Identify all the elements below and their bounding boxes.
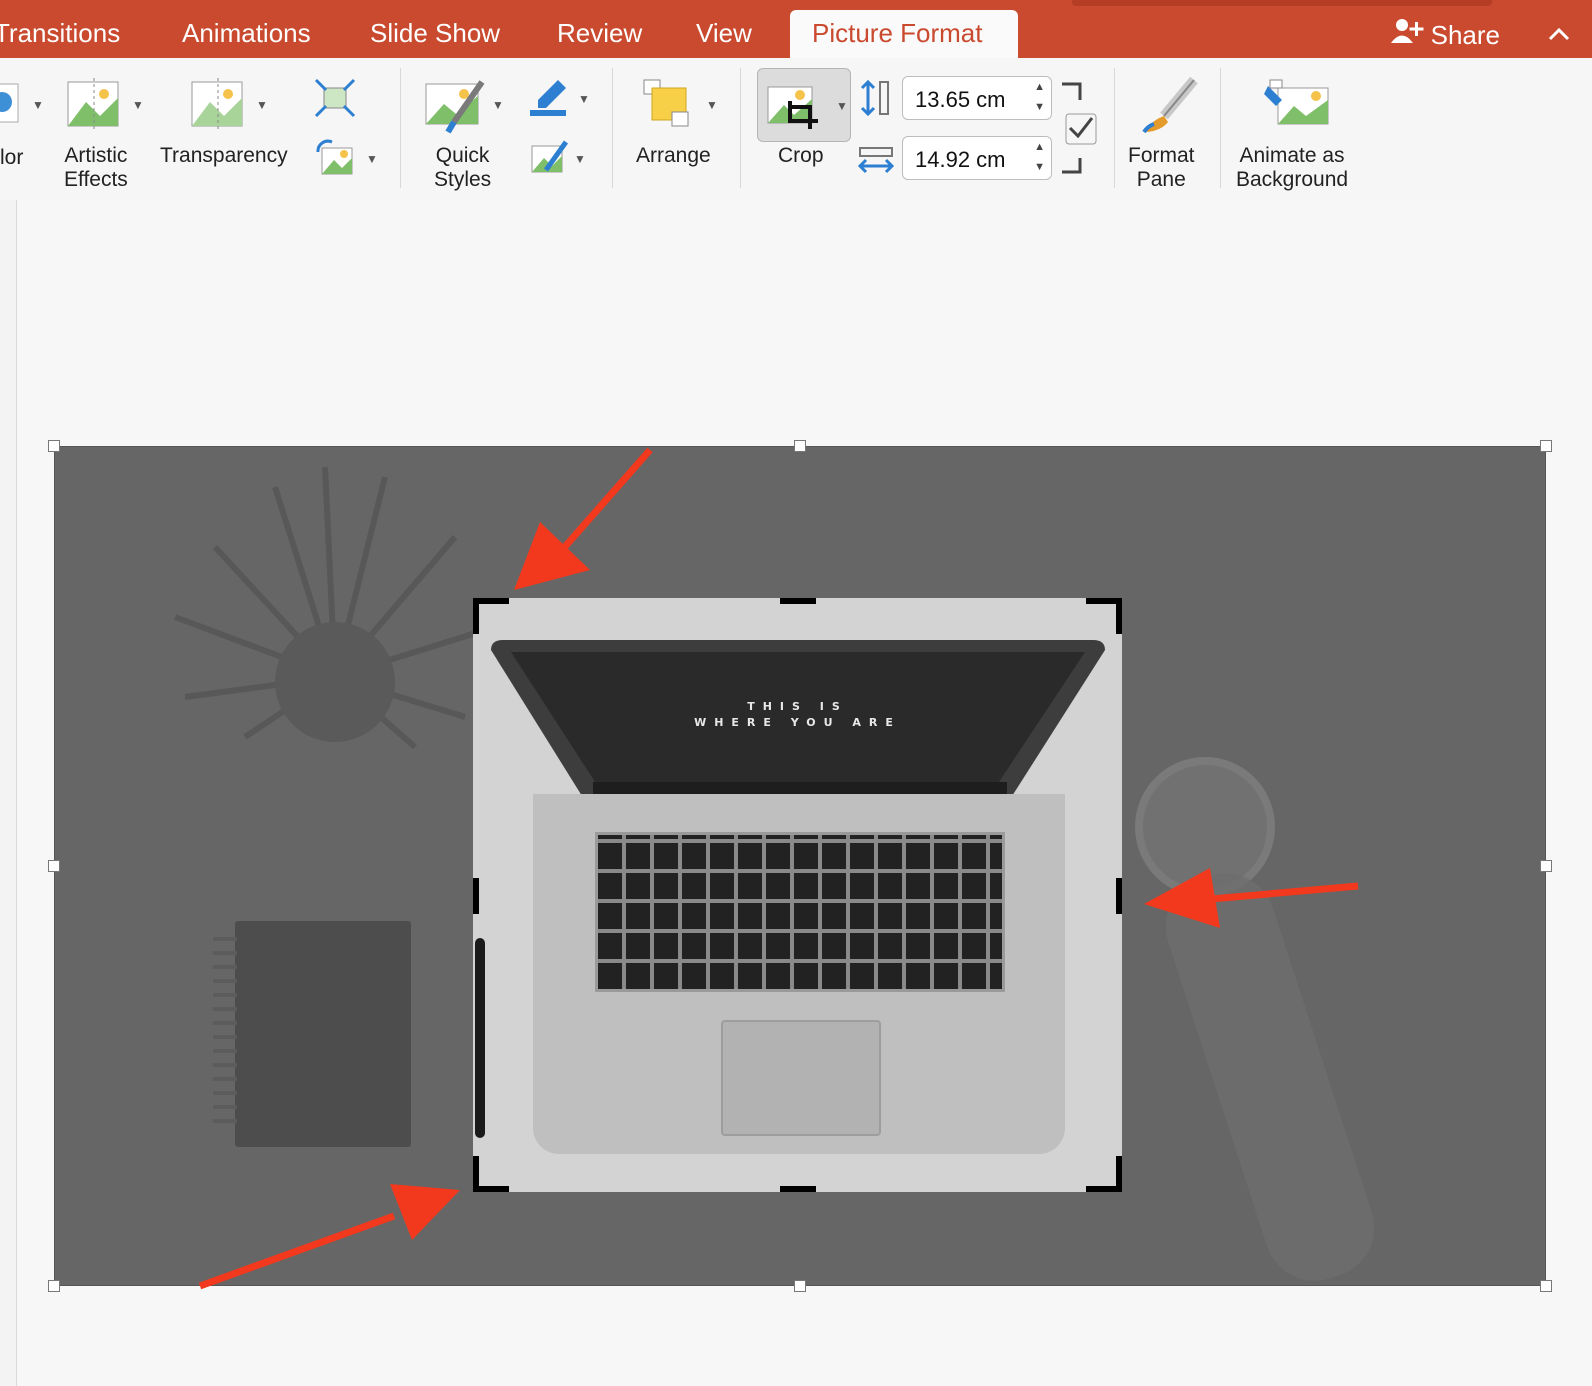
lock-aspect-ratio-icon[interactable]: [1058, 80, 1098, 185]
plant-shape: [173, 466, 496, 750]
resize-handle-top-right[interactable]: [1540, 440, 1552, 452]
transparency-caret[interactable]: ▼: [256, 98, 268, 112]
ribbon-separator: [400, 68, 401, 188]
ribbon-separator: [1114, 68, 1115, 188]
arrange-caret[interactable]: ▼: [706, 98, 718, 112]
color-icon[interactable]: [0, 80, 24, 133]
quick-styles-icon[interactable]: [424, 78, 488, 139]
format-pane-label: Format Pane: [1128, 144, 1195, 191]
arrange-icon[interactable]: [642, 78, 692, 133]
picture-border-pen-icon[interactable]: [528, 78, 570, 123]
tab-transitions[interactable]: Transitions: [0, 18, 120, 49]
crop-handle-left[interactable]: [473, 878, 479, 914]
pen-shape: [475, 938, 485, 1138]
resize-handle-left[interactable]: [48, 860, 60, 872]
laptop-trackpad-shape: [721, 1020, 881, 1136]
tab-slide-show[interactable]: Slide Show: [370, 18, 500, 49]
annotation-arrow-bottom-left-icon: [198, 1184, 460, 1290]
artistic-effects-icon[interactable]: [66, 78, 122, 137]
transparency-label: Transparency: [160, 144, 288, 167]
title-search-box[interactable]: [1072, 0, 1492, 6]
shape-width-icon: [857, 144, 895, 181]
crop-handle-top-right-vertical[interactable]: [1116, 598, 1122, 634]
add-person-icon: [1390, 18, 1425, 51]
height-stepper-down[interactable]: ▼: [1034, 101, 1045, 113]
crop-handle-bottom-left-vertical[interactable]: [473, 1156, 479, 1192]
laptop-keyboard-shape: [595, 832, 1005, 992]
picture-crop-region[interactable]: THIS IS WHERE YOU ARE: [473, 598, 1122, 1192]
picture-effects-caret[interactable]: ▼: [574, 152, 586, 166]
resize-handle-right[interactable]: [1540, 860, 1552, 872]
share-button[interactable]: Share: [1390, 18, 1500, 51]
artistic-effects-caret[interactable]: ▼: [132, 98, 144, 112]
height-stepper-up[interactable]: ▲: [1034, 81, 1045, 93]
shape-height-field[interactable]: 13.65 cm ▲ ▼: [902, 76, 1052, 120]
crop-handle-right[interactable]: [1116, 878, 1122, 914]
ribbon-separator: [1220, 68, 1221, 188]
ribbon-toolbar: ▼ lor ▼ Artistic Effects ▼ Transparency …: [0, 58, 1592, 201]
resize-handle-top[interactable]: [794, 440, 806, 452]
resize-handle-bottom-left[interactable]: [48, 1280, 60, 1292]
change-picture-icon[interactable]: [314, 138, 356, 183]
shape-height-value: 13.65 cm: [915, 87, 1006, 112]
format-pane-brush-icon[interactable]: [1138, 76, 1198, 141]
resize-handle-top-left[interactable]: [48, 440, 60, 452]
notebook-spiral-shape: [213, 937, 237, 1127]
arrange-label: Arrange: [636, 144, 711, 167]
collapse-ribbon-chevron-up-icon[interactable]: [1548, 18, 1570, 49]
picture-border-caret[interactable]: ▼: [578, 92, 590, 106]
crop-handle-top-left-vertical[interactable]: [473, 598, 479, 634]
quick-styles-caret[interactable]: ▼: [492, 98, 504, 112]
width-stepper-up[interactable]: ▲: [1034, 141, 1045, 153]
ribbon-tab-bar: Transitions Animations Slide Show Review…: [0, 0, 1592, 62]
color-dropdown-caret[interactable]: ▼: [32, 98, 44, 112]
share-label: Share: [1430, 20, 1500, 50]
shape-height-icon: [860, 79, 892, 121]
transparency-icon[interactable]: [190, 78, 246, 137]
crop-handle-bottom[interactable]: [780, 1186, 816, 1192]
picture-effects-icon[interactable]: [528, 138, 570, 183]
crop-button[interactable]: ▼: [757, 68, 851, 142]
resize-handle-bottom-right[interactable]: [1540, 1280, 1552, 1292]
slide-thumbnail-pane-edge[interactable]: [0, 200, 17, 1386]
compress-pictures-icon[interactable]: [314, 78, 356, 123]
annotation-arrow-top-left-icon: [514, 447, 653, 590]
animate-as-background-label: Animate as Background: [1236, 144, 1349, 191]
quick-styles-label: Quick Styles: [434, 144, 492, 191]
crop-handle-top[interactable]: [780, 598, 816, 604]
crop-icon: [766, 81, 824, 138]
tab-animations[interactable]: Animations: [182, 18, 311, 49]
crop-caret[interactable]: ▼: [836, 99, 848, 113]
tab-view[interactable]: View: [696, 18, 752, 49]
crop-label: Crop: [778, 144, 824, 167]
resize-handle-bottom[interactable]: [794, 1280, 806, 1292]
shape-width-field[interactable]: 14.92 cm ▲ ▼: [902, 136, 1052, 180]
ribbon-separator: [612, 68, 613, 188]
shape-width-value: 14.92 cm: [915, 147, 1006, 172]
tab-review[interactable]: Review: [557, 18, 642, 49]
animate-as-background-icon[interactable]: [1264, 78, 1334, 135]
ribbon-separator: [740, 68, 741, 188]
tab-picture-format[interactable]: Picture Format: [790, 10, 1018, 62]
notebook-shape: [235, 921, 411, 1147]
artistic-effects-label: Artistic Effects: [64, 144, 128, 191]
laptop-screen-line1: THIS IS: [747, 700, 848, 713]
laptop-screen-line2: WHERE YOU ARE: [694, 716, 901, 729]
annotation-arrow-right-icon: [1144, 868, 1359, 928]
crop-handle-bottom-right-vertical[interactable]: [1116, 1156, 1122, 1192]
color-label: lor: [0, 146, 24, 169]
change-picture-caret[interactable]: ▼: [366, 152, 378, 166]
width-stepper-down[interactable]: ▼: [1034, 161, 1045, 173]
